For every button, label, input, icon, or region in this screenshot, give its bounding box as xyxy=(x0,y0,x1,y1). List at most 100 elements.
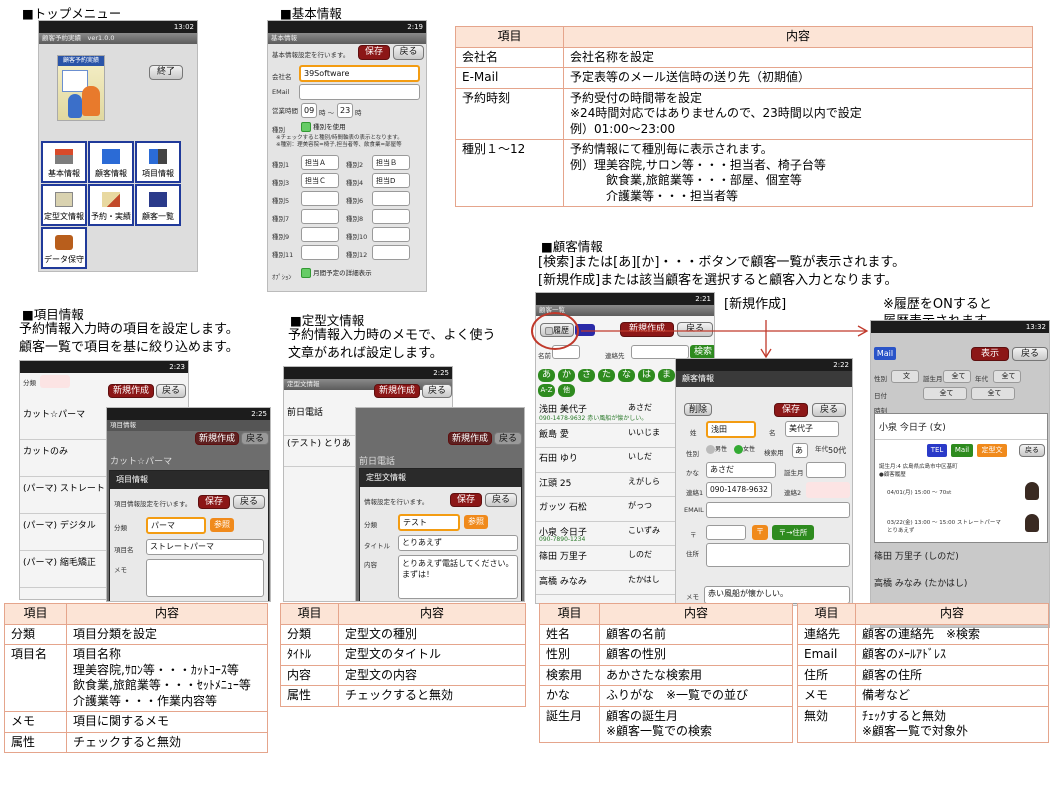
given-name-input[interactable]: 美代子 xyxy=(785,421,839,437)
hour-to-input[interactable]: 23 xyxy=(337,103,353,118)
save-button[interactable]: 保存 xyxy=(774,403,808,417)
address-input[interactable] xyxy=(706,543,850,567)
female-radio[interactable]: 女性 xyxy=(734,444,755,454)
tel-button[interactable]: TEL xyxy=(927,444,947,457)
filter-select[interactable]: 文 xyxy=(891,370,919,383)
template-button[interactable]: 定型文 xyxy=(977,444,1007,457)
email-input[interactable] xyxy=(299,84,420,100)
birth-month-input[interactable] xyxy=(806,462,846,478)
reference-button[interactable]: 参照 xyxy=(210,518,234,532)
filter-select[interactable]: 全て xyxy=(971,387,1015,400)
show-button[interactable]: 表示 xyxy=(971,347,1009,361)
tel2-input[interactable] xyxy=(806,482,850,498)
save-button[interactable]: 保存 xyxy=(198,495,230,509)
search-key-input[interactable]: あ xyxy=(792,443,808,458)
type-input[interactable] xyxy=(372,245,410,260)
female-label: 女性 xyxy=(743,446,756,453)
menu-reservation[interactable]: 予約・実績 xyxy=(88,184,134,226)
surname-input[interactable]: 浅田 xyxy=(706,421,756,438)
filter-select[interactable]: 全て xyxy=(923,387,967,400)
mail-button[interactable]: Mail xyxy=(951,444,973,457)
company-input[interactable]: 39Software xyxy=(299,65,420,82)
kana-button[interactable]: か xyxy=(558,369,575,382)
exit-button[interactable]: 終了 xyxy=(149,65,183,80)
back-button[interactable]: 戻る xyxy=(485,493,517,507)
back-button[interactable]: 戻る xyxy=(233,495,265,509)
body-input[interactable]: とりあえず電話してください。 まずは！ xyxy=(398,555,518,599)
new-button[interactable]: 新規作成 xyxy=(108,384,154,398)
back-button[interactable]: 戻る xyxy=(393,45,424,60)
table-row: 分類 項目分類を設定 xyxy=(4,623,268,645)
save-button[interactable]: 保存 xyxy=(358,45,390,60)
menu-data-maintenance[interactable]: データ保守 xyxy=(41,227,87,269)
table-value: 顧客の性別 xyxy=(599,644,793,666)
list-icon xyxy=(149,192,167,207)
type-input[interactable] xyxy=(372,227,410,242)
title-input[interactable]: とりあえず xyxy=(398,535,518,551)
type-input[interactable]: 担当D xyxy=(372,173,410,188)
type-input[interactable]: 担当Ｂ xyxy=(372,155,410,170)
email-input[interactable] xyxy=(706,502,850,518)
kana-button[interactable]: A-Z xyxy=(538,384,555,397)
mail-tab[interactable]: Mail xyxy=(874,347,896,360)
category-input[interactable]: テスト xyxy=(398,514,460,531)
type-input[interactable] xyxy=(301,191,339,206)
type-input[interactable] xyxy=(372,209,410,224)
zip-input[interactable] xyxy=(706,525,746,540)
table-row: 無効 ﾁｪｯｸすると無効 ※顧客一覧で対象外 xyxy=(797,705,1049,743)
kana-button[interactable]: ま xyxy=(658,369,675,382)
back-button[interactable]: 戻る xyxy=(494,432,522,445)
kana-input[interactable]: あさだ xyxy=(706,462,776,478)
history-list-item[interactable]: 篠田 万里子 (しのだ) xyxy=(874,549,959,562)
menu-template-info[interactable]: 定型文情報 xyxy=(41,184,87,226)
kana-button[interactable]: た xyxy=(598,369,615,382)
zip-to-address-button[interactable]: 〒→住所 xyxy=(772,525,814,540)
back-button[interactable]: 戻る xyxy=(241,432,269,445)
kana-button[interactable]: な xyxy=(618,369,635,382)
status-bar: 13:32 xyxy=(871,321,1049,333)
memo-input[interactable] xyxy=(146,559,264,597)
back-button[interactable]: 戻る xyxy=(1012,347,1048,361)
save-button[interactable]: 保存 xyxy=(450,493,482,507)
new-button[interactable]: 新規作成 xyxy=(448,432,492,445)
male-radio[interactable]: 男性 xyxy=(706,444,727,454)
menu-customer-list[interactable]: 顧客一覧 xyxy=(135,184,181,226)
kana-button[interactable]: あ xyxy=(538,369,555,382)
type-checkbox[interactable]: 種別を使用 xyxy=(301,121,346,132)
tel1-input[interactable]: 090-1478-9632 xyxy=(706,482,772,498)
type-input[interactable] xyxy=(301,209,339,224)
memo-input[interactable]: 赤い風船が懐かしい。 xyxy=(704,586,850,604)
menu-item-info[interactable]: 項目情報 xyxy=(135,141,181,183)
type-input[interactable] xyxy=(372,191,410,206)
filter-select[interactable]: 全て xyxy=(993,370,1021,383)
history-list-item[interactable]: 高橋 みなみ (たかはし) xyxy=(874,576,967,589)
hour-from-input[interactable]: 09 xyxy=(301,103,317,118)
kana-button[interactable]: 他 xyxy=(558,384,575,397)
zip-label: 〒 xyxy=(690,531,697,539)
item-name-input[interactable]: ストレートパーマ xyxy=(146,539,264,555)
new-button[interactable]: 新規作成 xyxy=(374,384,420,398)
age-value[interactable]: 50代 xyxy=(828,445,846,456)
type-input[interactable]: 担当Ａ xyxy=(301,155,339,170)
menu-basic-info[interactable]: 基本情報 xyxy=(41,141,87,183)
type-input[interactable]: 担当Ｃ xyxy=(301,173,339,188)
option-checkbox[interactable]: 月間予定の詳細表示 xyxy=(301,267,372,278)
filter-select[interactable]: 全て xyxy=(943,370,971,383)
zip-button[interactable]: 〒 xyxy=(752,525,768,540)
kana-button[interactable]: さ xyxy=(578,369,595,382)
table-row: メモ 備考など xyxy=(797,685,1049,707)
card-back-button[interactable]: 戻る xyxy=(1019,444,1045,457)
type-input[interactable] xyxy=(301,245,339,260)
table-key: メモ xyxy=(797,685,856,707)
type-input[interactable] xyxy=(301,227,339,242)
back-button[interactable]: 戻る xyxy=(812,403,846,417)
menu-customer-info[interactable]: 顧客情報 xyxy=(88,141,134,183)
delete-button[interactable]: 削除 xyxy=(684,403,712,416)
category-input[interactable] xyxy=(40,375,70,388)
new-button[interactable]: 新規作成 xyxy=(195,432,239,445)
category-input[interactable]: パーマ xyxy=(146,517,206,534)
back-button[interactable]: 戻る xyxy=(422,384,452,398)
reference-button[interactable]: 参照 xyxy=(464,515,488,529)
kana-button[interactable]: は xyxy=(638,369,655,382)
back-button[interactable]: 戻る xyxy=(156,384,186,398)
